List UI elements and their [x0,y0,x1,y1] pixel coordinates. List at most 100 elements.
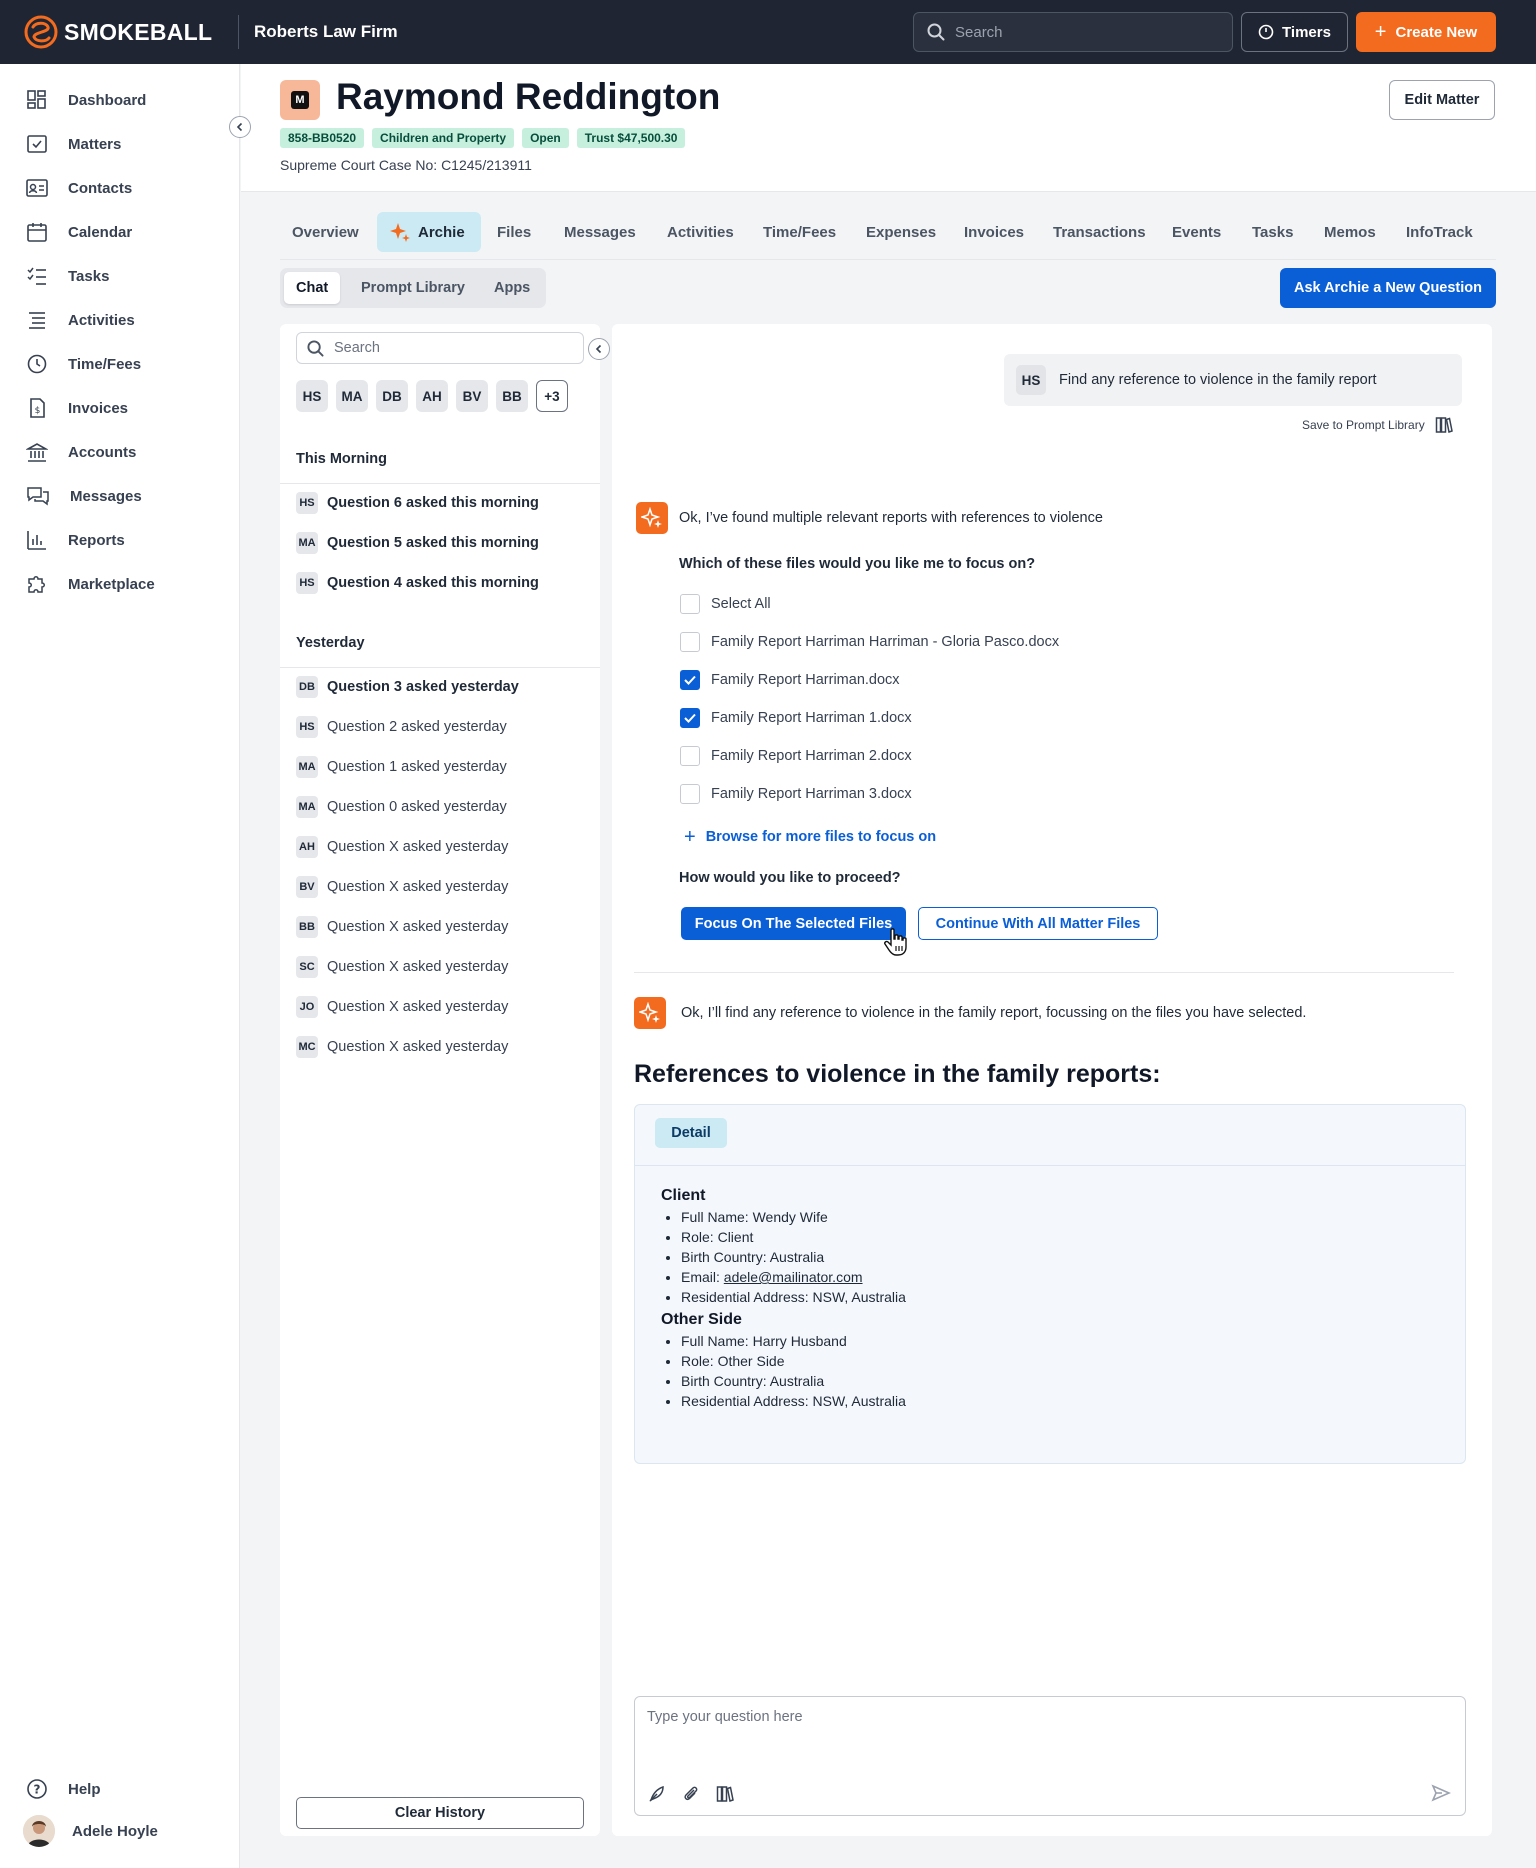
history-search-placeholder: Search [334,340,380,356]
history-item[interactable]: HS Question 2 asked yesterday [296,716,507,738]
sidebar-item-reports[interactable]: Reports [26,527,125,553]
history-collapse-button[interactable] [588,338,610,360]
sparkle-icon [639,1002,660,1023]
history-item-text: Question X asked yesterday [327,959,509,975]
ask-archie-button[interactable]: Ask Archie a New Question [1280,268,1496,308]
sidebar-item-time-fees[interactable]: Time/Fees [26,351,141,377]
sidebar-item-messages[interactable]: Messages [26,483,142,509]
subtab-apps[interactable]: Apps [482,272,542,304]
sidebar-item-matters[interactable]: Matters [26,131,121,157]
history-item[interactable]: MC Question X asked yesterday [296,1036,508,1058]
tab-infotrack[interactable]: InfoTrack [1394,212,1485,252]
more-users-chip[interactable]: +3 [536,380,568,412]
file-option[interactable]: Family Report Harriman.docx [680,670,900,690]
user-message-text: Find any reference to violence in the fa… [1059,372,1377,388]
sidebar-item-label: Matters [68,135,122,153]
user-chip[interactable]: BB [496,380,528,412]
history-item-text: Question X asked yesterday [327,999,509,1015]
create-new-button[interactable]: + Create New [1356,12,1496,52]
history-item[interactable]: MA Question 5 asked this morning [296,532,539,554]
smokeball-logo[interactable]: SMOKEBALL [24,15,214,49]
sidebar-item-tasks[interactable]: Tasks [26,263,109,289]
timer-icon [27,354,47,374]
tab-archie[interactable]: Archie [377,212,481,252]
file-option[interactable]: Family Report Harriman 3.docx [680,784,912,804]
question-input[interactable]: Type your question here [634,1696,1466,1816]
file-option[interactable]: Family Report Harriman 1.docx [680,708,912,728]
sidebar-item-contacts[interactable]: Contacts [26,175,132,201]
user-initials: MA [296,796,318,818]
dashboard-icon [27,90,46,109]
sidebar-collapse-button[interactable] [229,116,251,138]
checkbox[interactable] [680,594,700,614]
history-item[interactable]: HS Question 4 asked this morning [296,572,539,594]
matter-header: M Raymond Reddington 858-BB0520 Children… [241,64,1536,192]
tab-overview[interactable]: Overview [280,212,371,252]
smokeball-logo-icon [24,15,58,49]
tab-invoices[interactable]: Invoices [952,212,1036,252]
history-item[interactable]: HS Question 6 asked this morning [296,492,539,514]
history-item[interactable]: JO Question X asked yesterday [296,996,508,1018]
checkbox[interactable] [680,784,700,804]
email-link[interactable]: adele@mailinator.com [724,1269,863,1285]
sidebar-item-calendar[interactable]: Calendar [26,219,132,245]
file-option[interactable]: Family Report Harriman 2.docx [680,746,912,766]
browse-more-files-link[interactable]: + Browse for more files to focus on [684,827,936,847]
checkbox[interactable] [680,746,700,766]
history-item[interactable]: BB Question X asked yesterday [296,916,508,938]
global-search-input[interactable]: Search [913,12,1233,52]
user-chip[interactable]: AH [416,380,448,412]
tab-detail[interactable]: Detail [655,1118,727,1148]
tab-events[interactable]: Events [1160,212,1233,252]
tab-memos[interactable]: Memos [1312,212,1388,252]
matter-icon: M [280,80,320,120]
user-profile[interactable]: Adele Hoyle [23,1815,158,1847]
sidebar-item-marketplace[interactable]: Marketplace [26,571,155,597]
attachment-icon[interactable] [682,1785,700,1803]
tab-files[interactable]: Files [485,212,543,252]
focus-selected-files-button[interactable]: Focus On The Selected Files [681,907,906,940]
history-item[interactable]: DB Question 3 asked yesterday [296,676,519,698]
library-icon[interactable] [716,1785,734,1803]
continue-all-files-button[interactable]: Continue With All Matter Files [918,907,1158,940]
history-item[interactable]: MA Question 0 asked yesterday [296,796,507,818]
field-value: Australia [769,1249,825,1265]
sidebar-item-help[interactable]: ? Help [26,1776,101,1802]
tab-messages[interactable]: Messages [552,212,648,252]
file-option[interactable]: Family Report Harriman Harriman - Gloria… [680,632,1059,652]
save-to-prompt-library-button[interactable]: Save to Prompt Library [1302,416,1453,434]
client-details-list: Full Name: Wendy Wife Role: Client Birth… [681,1207,906,1307]
history-item[interactable]: BV Question X asked yesterday [296,876,508,898]
history-item[interactable]: AH Question X asked yesterday [296,836,508,858]
history-item[interactable]: MA Question 1 asked yesterday [296,756,507,778]
file-option-select-all[interactable]: Select All [680,594,771,614]
subtab-prompt-library[interactable]: Prompt Library [349,272,477,304]
history-item[interactable]: SC Question X asked yesterday [296,956,508,978]
feather-icon[interactable] [648,1785,666,1803]
edit-matter-button[interactable]: Edit Matter [1389,80,1495,120]
tab-tasks[interactable]: Tasks [1240,212,1305,252]
user-chip[interactable]: HS [296,380,328,412]
sidebar-item-invoices[interactable]: $ Invoices [26,395,128,421]
checkbox-checked[interactable] [680,708,700,728]
sidebar-item-accounts[interactable]: Accounts [26,439,136,465]
clear-history-button[interactable]: Clear History [296,1797,584,1829]
timers-button[interactable]: Timers [1241,12,1348,52]
history-search-input[interactable]: Search [296,332,584,364]
sidebar-item-dashboard[interactable]: Dashboard [26,87,146,113]
sidebar-item-activities[interactable]: Activities [26,307,135,333]
sidebar-item-label: Dashboard [68,91,147,109]
tab-expenses[interactable]: Expenses [854,212,948,252]
tab-activities[interactable]: Activities [655,212,746,252]
checkbox-checked[interactable] [680,670,700,690]
subtab-chat[interactable]: Chat [284,272,341,304]
user-chip[interactable]: MA [336,380,368,412]
user-chip[interactable]: BV [456,380,488,412]
checkbox[interactable] [680,632,700,652]
tab-transactions[interactable]: Transactions [1041,212,1158,252]
tab-time-fees[interactable]: Time/Fees [751,212,848,252]
send-icon[interactable] [1431,1783,1451,1803]
user-chip[interactable]: DB [376,380,408,412]
global-search-placeholder: Search [955,23,1003,41]
firm-name[interactable]: Roberts Law Firm [254,22,398,42]
